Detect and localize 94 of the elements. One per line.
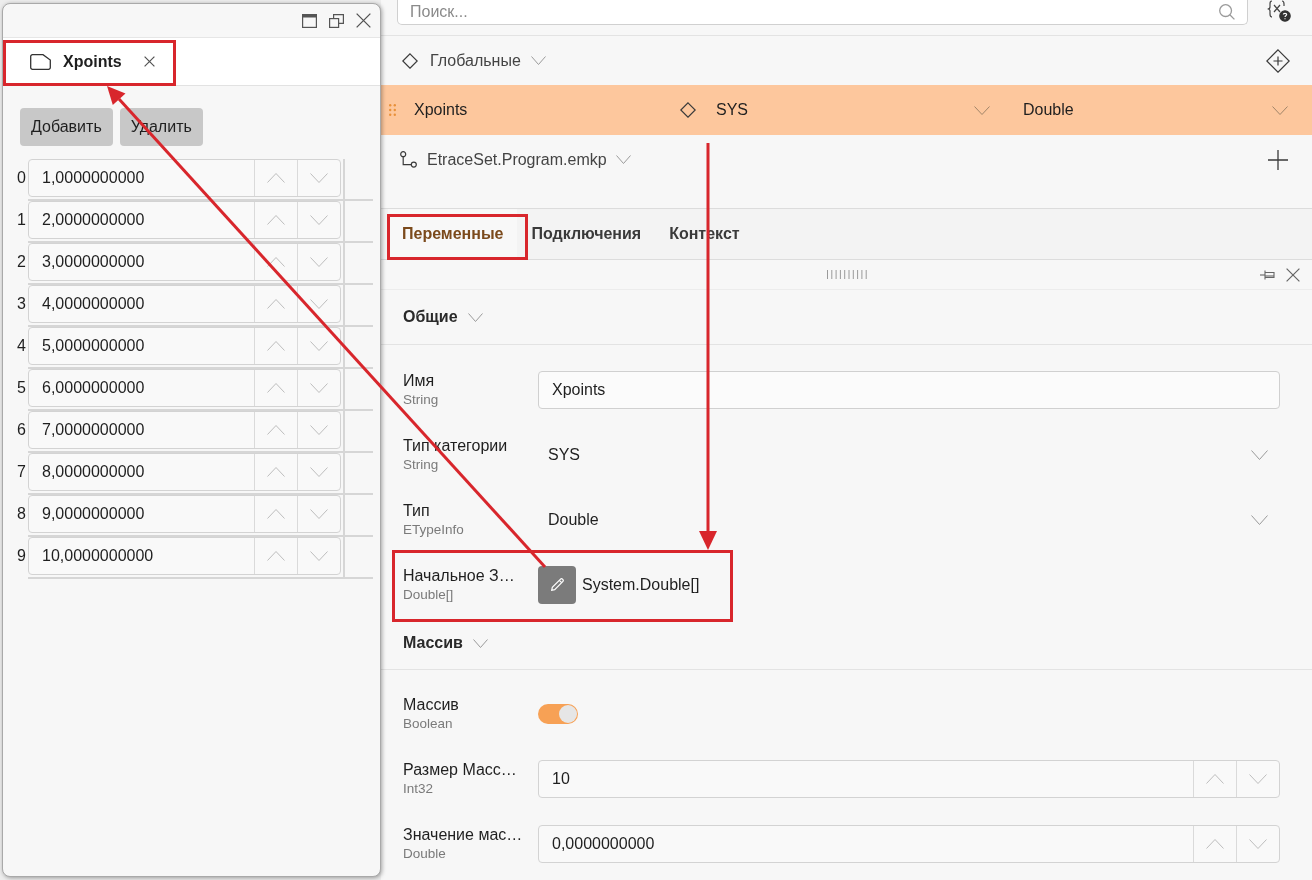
dropdown-field[interactable]: SYS	[538, 435, 1280, 474]
chevron-down-icon[interactable]	[530, 56, 546, 65]
close-icon[interactable]	[143, 56, 155, 67]
chevron-down-icon	[310, 425, 328, 435]
chevron-up-icon	[267, 257, 285, 267]
chevron-up-icon	[267, 173, 285, 183]
property-label: Тип	[403, 500, 431, 521]
property-type: String	[403, 390, 440, 409]
close-icon[interactable]	[1286, 267, 1300, 282]
chevron-up-icon	[267, 341, 285, 351]
chevron-down-icon	[310, 215, 328, 225]
property-label: Значение мас…	[403, 824, 524, 845]
chevron-down-icon	[1251, 514, 1268, 525]
diamond-icon	[680, 102, 696, 118]
property-value: System.Double[]	[582, 574, 700, 595]
toggle-switch[interactable]	[538, 703, 578, 724]
number-field[interactable]: 5,0000000000	[28, 327, 341, 365]
chevron-down-icon	[310, 383, 328, 393]
property-label: Размер Масс…	[403, 759, 518, 780]
property-label: Тип категории	[403, 435, 509, 456]
property-type: Int32	[403, 779, 435, 798]
maximize-icon[interactable]	[302, 13, 317, 28]
close-icon[interactable]	[356, 13, 371, 28]
edit-button[interactable]	[538, 565, 576, 604]
chevron-down-icon	[310, 467, 328, 477]
grip-icon[interactable]	[826, 270, 867, 279]
tab[interactable]: Переменные	[388, 209, 518, 259]
diamond-icon	[402, 52, 418, 69]
restore-icon[interactable]	[329, 13, 344, 28]
chevron-down-icon[interactable]	[974, 105, 990, 115]
branch-icon	[400, 151, 417, 168]
chevron-up-icon	[1206, 773, 1224, 784]
drag-handle-icon[interactable]	[389, 104, 396, 116]
chevron-down-icon	[1249, 838, 1267, 849]
row-index: 7	[16, 462, 27, 482]
property-type: ETypeInfo	[403, 520, 465, 539]
number-field[interactable]: 3,0000000000	[28, 243, 341, 281]
row-index: 5	[16, 378, 27, 398]
pencil-icon	[550, 578, 564, 591]
chevron-down-icon[interactable]	[472, 638, 488, 648]
chevron-down-icon	[310, 257, 328, 267]
search-icon[interactable]	[1219, 4, 1235, 20]
chevron-down-icon	[310, 299, 328, 309]
row-index: 9	[16, 546, 27, 566]
section-title: Массив	[403, 633, 463, 653]
chevron-up-icon	[267, 425, 285, 435]
chevron-up-icon	[267, 383, 285, 393]
plus-icon[interactable]	[1268, 149, 1288, 170]
property-type: Double[]	[403, 585, 455, 604]
chevron-up-icon	[267, 467, 285, 477]
row-index: 1	[16, 210, 27, 230]
diamond-plus-icon[interactable]	[1266, 48, 1290, 73]
variable-help-icon[interactable]	[1267, 0, 1291, 22]
pin-icon[interactable]	[1260, 269, 1276, 280]
chevron-up-icon	[267, 299, 285, 309]
chevron-down-icon	[310, 551, 328, 561]
row-index: 3	[16, 294, 27, 314]
program-label[interactable]: EtraceSet.Program.emkp	[427, 147, 607, 172]
number-field[interactable]: 4,0000000000	[28, 285, 341, 323]
property-type: Double	[403, 844, 447, 863]
row-index: 6	[16, 420, 27, 440]
variable-category: SYS	[716, 100, 748, 120]
section-title: Общие	[403, 307, 458, 327]
toolbar-button[interactable]: Добавить	[20, 108, 113, 146]
property-type: Boolean	[403, 714, 454, 733]
variable-name: Xpoints	[414, 100, 468, 120]
tab[interactable]: Подключения	[517, 209, 656, 259]
chevron-down-icon	[310, 173, 328, 183]
chevron-up-icon	[267, 551, 285, 561]
property-label: Массив	[403, 694, 460, 715]
chevron-up-icon	[267, 215, 285, 225]
chevron-down-icon[interactable]	[1272, 105, 1288, 115]
chevron-down-icon[interactable]	[615, 155, 631, 164]
row-index: 4	[16, 336, 27, 356]
dropdown-field[interactable]: Double	[538, 500, 1280, 539]
row-index: 2	[16, 252, 27, 272]
chevron-down-icon[interactable]	[467, 312, 483, 322]
variable-type: Double	[1023, 100, 1074, 120]
search-field[interactable]: Поиск...	[397, 0, 1248, 25]
group-label[interactable]: Глобальные	[430, 48, 521, 73]
chevron-down-icon	[310, 509, 328, 519]
chevron-down-icon	[1249, 773, 1267, 784]
chevron-down-icon	[310, 341, 328, 351]
variable-row[interactable]: Xpoints SYS Double	[381, 85, 1312, 135]
row-index: 8	[16, 504, 27, 524]
chevron-up-icon	[1206, 838, 1224, 849]
text-field[interactable]: Xpoints	[538, 370, 1280, 409]
chevron-up-icon	[267, 509, 285, 519]
chevron-down-icon	[1251, 449, 1268, 460]
property-type: String	[403, 455, 440, 474]
document-icon	[30, 53, 51, 70]
property-label: Имя	[403, 370, 436, 391]
property-label: Начальное З…	[403, 565, 516, 586]
row-index: 0	[16, 168, 27, 188]
